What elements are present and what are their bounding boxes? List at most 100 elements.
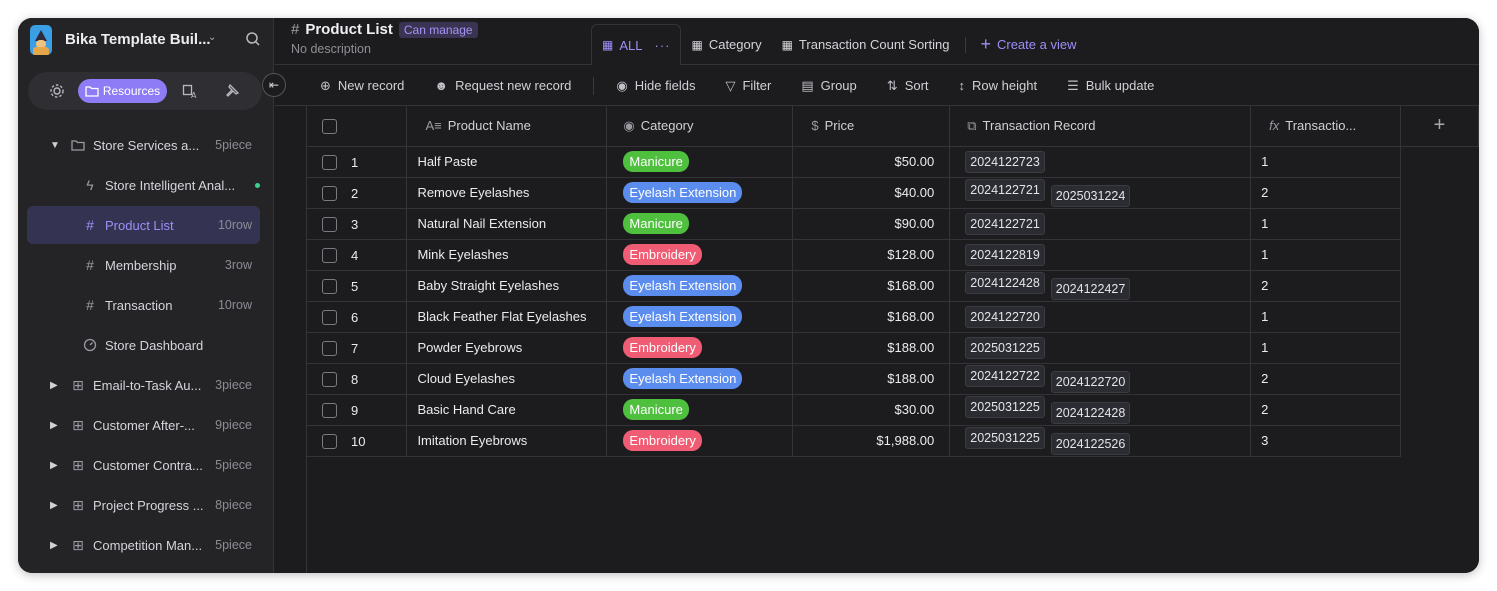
linked-record-chip[interactable]: 2024122428 bbox=[1050, 401, 1131, 424]
chevron-down-icon[interactable]: ⌄ bbox=[208, 32, 216, 43]
gear-icon[interactable] bbox=[49, 83, 65, 99]
more-options-icon[interactable]: ··· bbox=[654, 38, 670, 53]
sidebar-item-competition-management[interactable]: ▶ ⊞ Competition Man... 5piece bbox=[27, 526, 260, 564]
row-checkbox[interactable] bbox=[322, 154, 337, 170]
table-row[interactable]: 1 Half Paste Manicure $50.00 2024122723 1 bbox=[307, 146, 1479, 178]
product-name-cell[interactable]: Cloud Eyelashes bbox=[406, 363, 608, 395]
row-checkbox[interactable] bbox=[322, 371, 337, 387]
row-checkbox[interactable] bbox=[322, 309, 337, 325]
transaction-record-cell[interactable]: 2024122428 2024122427 bbox=[949, 270, 1252, 302]
linked-record-chip[interactable]: 2024122819 bbox=[965, 243, 1045, 266]
sidebar-item-membership[interactable]: # Membership 3row bbox=[27, 246, 260, 284]
price-cell[interactable]: $188.00 bbox=[792, 332, 951, 364]
transaction-count-cell[interactable]: 1 bbox=[1250, 332, 1402, 364]
linked-record-chip[interactable]: 2024122428 bbox=[965, 271, 1045, 294]
price-cell[interactable]: $168.00 bbox=[792, 301, 951, 333]
table-row[interactable]: 9 Basic Hand Care Manicure $30.00 2025031225… bbox=[307, 394, 1479, 426]
transaction-record-cell[interactable]: 2024122721 2025031224 bbox=[949, 177, 1252, 209]
table-row[interactable]: 10 Imitation Eyebrows Embroidery $1,988.00 2… bbox=[307, 425, 1479, 457]
category-cell[interactable]: Eyelash Extension bbox=[606, 177, 794, 209]
product-name-cell[interactable]: Remove Eyelashes bbox=[406, 177, 608, 209]
select-all-checkbox[interactable] bbox=[322, 118, 337, 134]
transaction-count-cell[interactable]: 2 bbox=[1250, 363, 1402, 395]
category-cell[interactable]: Embroidery bbox=[606, 332, 794, 364]
linked-record-chip[interactable]: 2025031225 bbox=[965, 336, 1045, 359]
table-row[interactable]: 4 Mink Eyelashes Embroidery $128.00 20241228… bbox=[307, 239, 1479, 271]
new-record-button[interactable]: ⊕ New record bbox=[320, 78, 404, 94]
filter-button[interactable]: ▽ Filter bbox=[725, 78, 771, 94]
create-view-button[interactable]: + Create a view bbox=[972, 34, 1084, 55]
category-cell[interactable]: Manicure bbox=[606, 146, 794, 178]
category-cell[interactable]: Eyelash Extension bbox=[606, 363, 794, 395]
sidebar-item-product-list[interactable]: # Product List 10row bbox=[27, 206, 260, 244]
row-checkbox[interactable] bbox=[322, 402, 337, 418]
transaction-record-cell[interactable]: 2024122721 bbox=[949, 208, 1252, 240]
row-checkbox[interactable] bbox=[322, 216, 337, 232]
pin-icon[interactable] bbox=[224, 83, 240, 99]
product-name-cell[interactable]: Natural Nail Extension bbox=[406, 208, 608, 240]
table-row[interactable]: 3 Natural Nail Extension Manicure $90.00 202… bbox=[307, 208, 1479, 240]
transaction-count-cell[interactable]: 1 bbox=[1250, 146, 1402, 178]
price-cell[interactable]: $128.00 bbox=[792, 239, 951, 271]
category-cell[interactable]: Eyelash Extension bbox=[606, 301, 794, 333]
price-cell[interactable]: $30.00 bbox=[792, 394, 951, 426]
transaction-count-cell[interactable]: 2 bbox=[1250, 270, 1402, 302]
page-description[interactable]: No description bbox=[291, 42, 371, 56]
price-cell[interactable]: $90.00 bbox=[792, 208, 951, 240]
row-height-button[interactable]: ↕ Row height bbox=[959, 78, 1038, 93]
linked-record-chip[interactable]: 2024122526 bbox=[1050, 432, 1131, 455]
transaction-record-cell[interactable]: 2024122720 bbox=[949, 301, 1252, 333]
transaction-record-cell[interactable]: 2024122819 bbox=[949, 239, 1252, 271]
linked-record-chip[interactable]: 2024122720 bbox=[1050, 370, 1131, 393]
price-cell[interactable]: $168.00 bbox=[792, 270, 951, 302]
column-header-category[interactable]: ◉ Category bbox=[606, 106, 794, 147]
row-checkbox[interactable] bbox=[322, 433, 337, 449]
category-cell[interactable]: Embroidery bbox=[606, 425, 794, 457]
collapse-sidebar-button[interactable]: ⇤ bbox=[262, 73, 286, 97]
category-cell[interactable]: Embroidery bbox=[606, 239, 794, 271]
transaction-record-cell[interactable]: 2024122722 2024122720 bbox=[949, 363, 1252, 395]
tab-view-all[interactable]: ▦ ALL ··· bbox=[591, 24, 682, 65]
tab-view-category[interactable]: ▦ Category bbox=[681, 24, 771, 65]
column-header-transaction-count[interactable]: fx Transactio... bbox=[1250, 106, 1402, 147]
price-cell[interactable]: $188.00 bbox=[792, 363, 951, 395]
linked-record-chip[interactable]: 2025031224 bbox=[1050, 184, 1131, 207]
transaction-count-cell[interactable]: 1 bbox=[1250, 239, 1402, 271]
sidebar-item-store-dashboard[interactable]: Store Dashboard bbox=[27, 326, 260, 364]
linked-record-chip[interactable]: 2024122723 bbox=[965, 150, 1045, 173]
space-title[interactable]: Bika Template Buil... bbox=[65, 31, 211, 48]
transaction-count-cell[interactable]: 2 bbox=[1250, 394, 1402, 426]
transaction-count-cell[interactable]: 1 bbox=[1250, 208, 1402, 240]
sort-button[interactable]: ⇅ Sort bbox=[887, 78, 929, 94]
table-row[interactable]: 5 Baby Straight Eyelashes Eyelash Extensio… bbox=[307, 270, 1479, 302]
space-logo-icon[interactable] bbox=[30, 25, 52, 55]
row-checkbox[interactable] bbox=[322, 247, 337, 263]
product-name-cell[interactable]: Powder Eyebrows bbox=[406, 332, 608, 364]
linked-record-chip[interactable]: 2025031225 bbox=[965, 426, 1045, 449]
caret-right-icon[interactable]: ▶ bbox=[50, 460, 58, 471]
table-row[interactable]: 8 Cloud Eyelashes Eyelash Extension $188.00… bbox=[307, 363, 1479, 395]
sidebar-item-email-to-task[interactable]: ▶ ⊞ Email-to-Task Au... 3piece bbox=[27, 366, 260, 404]
product-name-cell[interactable]: Mink Eyelashes bbox=[406, 239, 608, 271]
product-name-cell[interactable]: Black Feather Flat Eyelashes bbox=[406, 301, 608, 333]
caret-right-icon[interactable]: ▶ bbox=[50, 500, 58, 511]
caret-down-icon[interactable]: ▼ bbox=[50, 140, 60, 151]
linked-record-chip[interactable]: 2025031225 bbox=[965, 395, 1045, 418]
product-name-cell[interactable]: Half Paste bbox=[406, 146, 608, 178]
table-row[interactable]: 6 Black Feather Flat Eyelashes Eyelash Ext… bbox=[307, 301, 1479, 333]
category-cell[interactable]: Manicure bbox=[606, 208, 794, 240]
column-header-product-name[interactable]: A≡ Product Name bbox=[406, 106, 608, 147]
translate-icon[interactable]: A bbox=[182, 83, 198, 99]
sidebar-item-customer-contract[interactable]: ▶ ⊞ Customer Contra... 5piece bbox=[27, 446, 260, 484]
linked-record-chip[interactable]: 2024122427 bbox=[1050, 277, 1131, 300]
search-icon[interactable] bbox=[245, 31, 261, 47]
page-title[interactable]: Product List bbox=[305, 21, 393, 38]
price-cell[interactable]: $1,988.00 bbox=[792, 425, 951, 457]
column-header-transaction-record[interactable]: ⧉ Transaction Record bbox=[949, 106, 1252, 147]
row-checkbox[interactable] bbox=[322, 185, 337, 201]
transaction-record-cell[interactable]: 2024122723 bbox=[949, 146, 1252, 178]
tab-resources[interactable]: Resources bbox=[78, 79, 167, 103]
request-new-record-button[interactable]: ☻ Request new record bbox=[434, 78, 571, 93]
category-cell[interactable]: Manicure bbox=[606, 394, 794, 426]
sidebar-item-project-progress[interactable]: ▶ ⊞ Project Progress ... 8piece bbox=[27, 486, 260, 524]
